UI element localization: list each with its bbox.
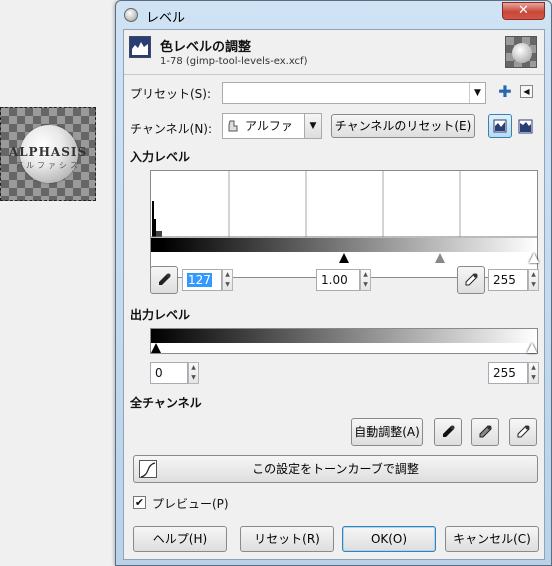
eyedropper-icon <box>159 273 171 285</box>
preset-label: プリセット(S): <box>130 87 212 101</box>
channel-alpha-icon <box>227 119 239 132</box>
preview-checkbox[interactable]: ✔ <box>133 496 146 509</box>
eyedropper-black-icon <box>443 425 455 437</box>
gray-point-slider[interactable] <box>435 253 445 263</box>
chevron-down-icon[interactable]: ▼ <box>469 83 485 103</box>
white-point-picker[interactable] <box>457 266 485 294</box>
input-white-spinner[interactable]: ▲ ▼ <box>528 269 539 291</box>
eyedropper-white-icon <box>517 425 530 438</box>
dialog-client: 色レベルの調整 1-78 (gimp-tool-levels-ex.xcf) プ… <box>123 29 545 560</box>
arrow-left-icon[interactable]: ◀ <box>520 85 533 98</box>
chevron-down-icon[interactable]: ▼ <box>304 114 321 138</box>
gimp-app-icon <box>124 8 138 22</box>
all-channels-heading: 全チャンネル <box>130 396 202 410</box>
black-point-slider[interactable] <box>339 253 349 263</box>
reset-button[interactable]: リセット(R) <box>240 526 334 552</box>
white-point-slider[interactable] <box>529 253 539 263</box>
auto-adjust-button[interactable]: 自動調整(A) <box>351 418 423 446</box>
title-bar[interactable]: レベル ✕ <box>116 1 551 29</box>
output-gradient-frame <box>150 328 538 354</box>
curves-icon <box>139 460 157 478</box>
output-high-field[interactable]: 255 <box>488 362 528 384</box>
pick-black-button[interactable] <box>434 418 462 446</box>
output-levels-heading: 出力レベル <box>130 308 191 322</box>
black-point-picker[interactable] <box>150 266 178 294</box>
cancel-button[interactable]: キャンセル(C) <box>445 526 539 552</box>
output-low-field[interactable]: 0 <box>150 362 188 384</box>
pick-gray-button[interactable] <box>471 418 499 446</box>
input-black-spinner[interactable]: ▲ ▼ <box>222 269 233 291</box>
input-gradient-bar <box>151 238 537 252</box>
reset-channel-button[interactable]: チャンネルのリセット(E) <box>331 114 475 138</box>
logo-text: ALPHASIS <box>8 145 88 159</box>
input-slider-track[interactable] <box>151 252 539 264</box>
preset-combo[interactable] <box>222 82 486 104</box>
preview-label: プレビュー(P) <box>152 497 229 511</box>
eyedropper-icon <box>465 273 478 286</box>
image-name: 1-78 (gimp-tool-levels-ex.xcf) <box>160 56 308 67</box>
close-button[interactable]: ✕ <box>502 2 545 20</box>
pick-white-button[interactable] <box>509 418 537 446</box>
input-levels-heading: 入力レベル <box>130 150 191 164</box>
image-thumbnail: ALPHASIS アルファシス <box>0 107 96 201</box>
eyedropper-gray-icon <box>479 425 492 438</box>
levels-dialog: レベル ✕ 色レベルの調整 1-78 (gimp-tool-levels-ex.… <box>115 0 552 566</box>
logo-subtext: アルファシス <box>15 161 81 170</box>
linear-histogram-icon <box>493 119 507 133</box>
output-gradient-bar <box>151 329 537 343</box>
window-title: レベル <box>146 11 186 26</box>
help-button[interactable]: ヘルプ(H) <box>133 526 227 552</box>
output-high-slider[interactable] <box>527 343 537 353</box>
input-black-field[interactable]: 127 <box>182 269 222 291</box>
linear-histogram-button[interactable] <box>488 114 512 138</box>
histogram-frame <box>150 170 539 278</box>
header-divider <box>124 74 544 75</box>
dialog-heading: 色レベルの調整 <box>160 40 252 55</box>
layer-preview-thumbnail <box>505 36 537 68</box>
channel-label: チャンネル(N): <box>130 122 213 136</box>
gamma-spinner[interactable]: ▲ ▼ <box>360 269 371 291</box>
ok-button[interactable]: OK(O) <box>342 526 436 552</box>
edit-as-curves-button[interactable]: この設定をトーンカーブで調整 <box>133 455 538 483</box>
log-histogram-button[interactable] <box>515 116 537 138</box>
plus-icon[interactable]: ✚ <box>498 83 512 101</box>
gamma-field[interactable]: 1.00 <box>316 269 360 291</box>
levels-icon <box>129 36 151 58</box>
log-histogram-icon <box>518 119 533 134</box>
output-low-spinner[interactable]: ▲ ▼ <box>188 362 199 384</box>
input-white-field[interactable]: 255 <box>488 269 528 291</box>
close-icon: ✕ <box>518 3 529 18</box>
output-low-slider[interactable] <box>151 343 161 353</box>
output-high-spinner[interactable]: ▲ ▼ <box>528 362 539 384</box>
